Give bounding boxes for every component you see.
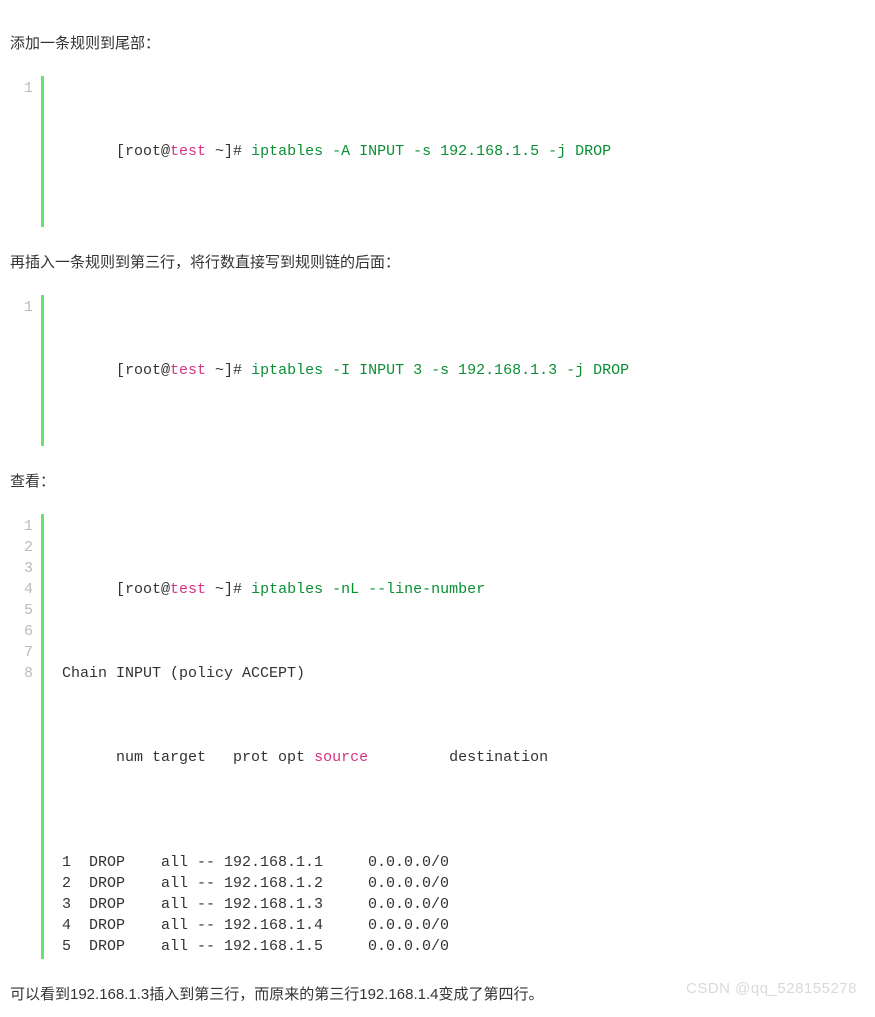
line-number-gutter: 1 (10, 295, 44, 446)
code-block-append: 1 [root@test ~]# iptables -A INPUT -s 19… (10, 76, 865, 227)
line-number: 1 (14, 78, 33, 99)
line-number: 7 (14, 642, 33, 663)
command-text: iptables -I INPUT 3 -s 192.168.1.3 -j DR… (251, 362, 629, 379)
line-number: 2 (14, 537, 33, 558)
output-column-source: source (314, 749, 368, 766)
output-columns-after: destination (368, 749, 548, 766)
line-number: 8 (14, 663, 33, 684)
line-number: 4 (14, 579, 33, 600)
line-number: 5 (14, 600, 33, 621)
paragraph-intro-insert: 再插入一条规则到第三行，将行数直接写到规则链的后面： (10, 251, 865, 275)
code-block-list: 1 2 3 4 5 6 7 8 [root@test ~]# iptables … (10, 514, 865, 959)
code-content: [root@test ~]# iptables -I INPUT 3 -s 19… (44, 295, 629, 446)
line-number-gutter: 1 (10, 76, 44, 227)
prompt-tail: ~]# (206, 362, 251, 379)
table-row: 4 DROP all -- 192.168.1.4 0.0.0.0/0 (62, 915, 548, 936)
paragraph-intro-view: 查看： (10, 470, 865, 494)
code-content: [root@test ~]# iptables -A INPUT -s 192.… (44, 76, 611, 227)
line-number: 1 (14, 516, 33, 537)
prompt-host: test (170, 362, 206, 379)
command-text: iptables -nL --line-number (251, 581, 485, 598)
command-text: iptables -A INPUT -s 192.168.1.5 -j DROP (251, 143, 611, 160)
table-row: 1 DROP all -- 192.168.1.1 0.0.0.0/0 (62, 852, 548, 873)
line-number: 3 (14, 558, 33, 579)
line-number-gutter: 1 2 3 4 5 6 7 8 (10, 514, 44, 959)
prompt-open: [root@ (116, 143, 170, 160)
prompt-host: test (170, 143, 206, 160)
line-number: 1 (14, 297, 33, 318)
table-row: 2 DROP all -- 192.168.1.2 0.0.0.0/0 (62, 873, 548, 894)
output-chain-header: Chain INPUT (policy ACCEPT) (62, 663, 548, 684)
line-number: 6 (14, 621, 33, 642)
prompt-tail: ~]# (206, 581, 251, 598)
paragraph-intro-append: 添加一条规则到尾部： (10, 32, 865, 56)
code-content: [root@test ~]# iptables -nL --line-numbe… (44, 514, 548, 959)
code-block-insert: 1 [root@test ~]# iptables -I INPUT 3 -s … (10, 295, 865, 446)
table-row: 5 DROP all -- 192.168.1.5 0.0.0.0/0 (62, 936, 548, 957)
table-row: 3 DROP all -- 192.168.1.3 0.0.0.0/0 (62, 894, 548, 915)
prompt-host: test (170, 581, 206, 598)
prompt-open: [root@ (116, 362, 170, 379)
prompt-open: [root@ (116, 581, 170, 598)
prompt-tail: ~]# (206, 143, 251, 160)
paragraph-conclusion: 可以看到192.168.1.3插入到第三行，而原来的第三行192.168.1.4… (10, 983, 865, 1007)
output-columns-before: num target prot opt (116, 749, 314, 766)
